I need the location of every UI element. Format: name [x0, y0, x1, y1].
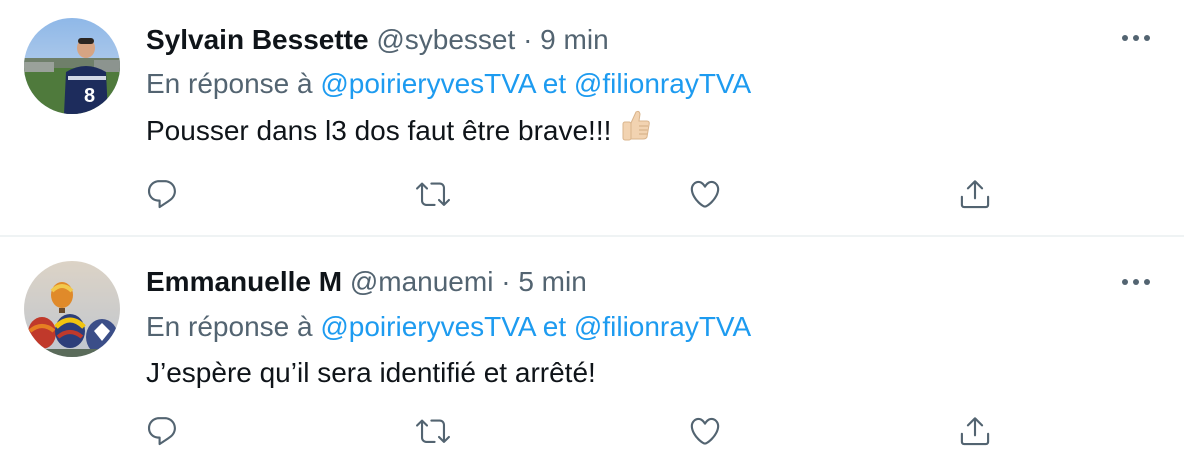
reply-prefix: En réponse à	[146, 68, 313, 99]
reply-context: En réponse à @poirieryvesTVA et @filionr…	[146, 309, 751, 345]
more-icon[interactable]	[1118, 26, 1154, 50]
tweet[interactable]: 8 Sylvain Bessette @sybesset · 9 min En …	[0, 0, 1184, 236]
reply-prefix: En réponse à	[146, 311, 313, 342]
mention-link[interactable]: @poirieryvesTVA	[320, 311, 535, 342]
tweet[interactable]: Emmanuelle M @manuemi · 5 min En réponse…	[0, 237, 1184, 464]
like-icon[interactable]	[685, 174, 725, 214]
tweet-text: Pousser dans l3 dos faut être brave!!!	[146, 110, 653, 152]
timestamp[interactable]: 9 min	[540, 24, 608, 55]
tweet-header: Emmanuelle M @manuemi · 5 min	[146, 264, 587, 300]
share-icon[interactable]	[955, 174, 995, 214]
author-name[interactable]: Emmanuelle M	[146, 266, 342, 297]
tweet-text-content: J’espère qu’il sera identifié et arrêté!	[146, 357, 596, 388]
separator: ·	[501, 266, 511, 297]
thumbs-up-icon	[619, 108, 653, 152]
avatar[interactable]: 8	[24, 18, 120, 114]
tweet-text: J’espère qu’il sera identifié et arrêté!	[146, 354, 596, 392]
share-icon[interactable]	[955, 411, 995, 451]
like-icon[interactable]	[685, 411, 725, 451]
reply-and[interactable]: et	[543, 68, 566, 99]
mention-link[interactable]: @poirieryvesTVA	[320, 68, 535, 99]
reply-icon[interactable]	[142, 174, 182, 214]
tweet-text-content: Pousser dans l3 dos faut être brave!!!	[146, 115, 612, 146]
retweet-icon[interactable]	[413, 411, 453, 451]
timestamp[interactable]: 5 min	[518, 266, 586, 297]
author-handle[interactable]: @sybesset	[376, 24, 515, 55]
reply-context: En réponse à @poirieryvesTVA et @filionr…	[146, 66, 751, 102]
retweet-icon[interactable]	[413, 174, 453, 214]
author-name[interactable]: Sylvain Bessette	[146, 24, 369, 55]
author-handle[interactable]: @manuemi	[350, 266, 494, 297]
reply-and[interactable]: et	[543, 311, 566, 342]
separator: ·	[523, 24, 533, 55]
mention-link[interactable]: @filionrayTVA	[574, 68, 751, 99]
tweet-header: Sylvain Bessette @sybesset · 9 min	[146, 22, 609, 58]
svg-text:8: 8	[84, 85, 95, 107]
reply-icon[interactable]	[142, 411, 182, 451]
more-icon[interactable]	[1118, 270, 1154, 294]
avatar[interactable]	[24, 261, 120, 357]
mention-link[interactable]: @filionrayTVA	[574, 311, 751, 342]
